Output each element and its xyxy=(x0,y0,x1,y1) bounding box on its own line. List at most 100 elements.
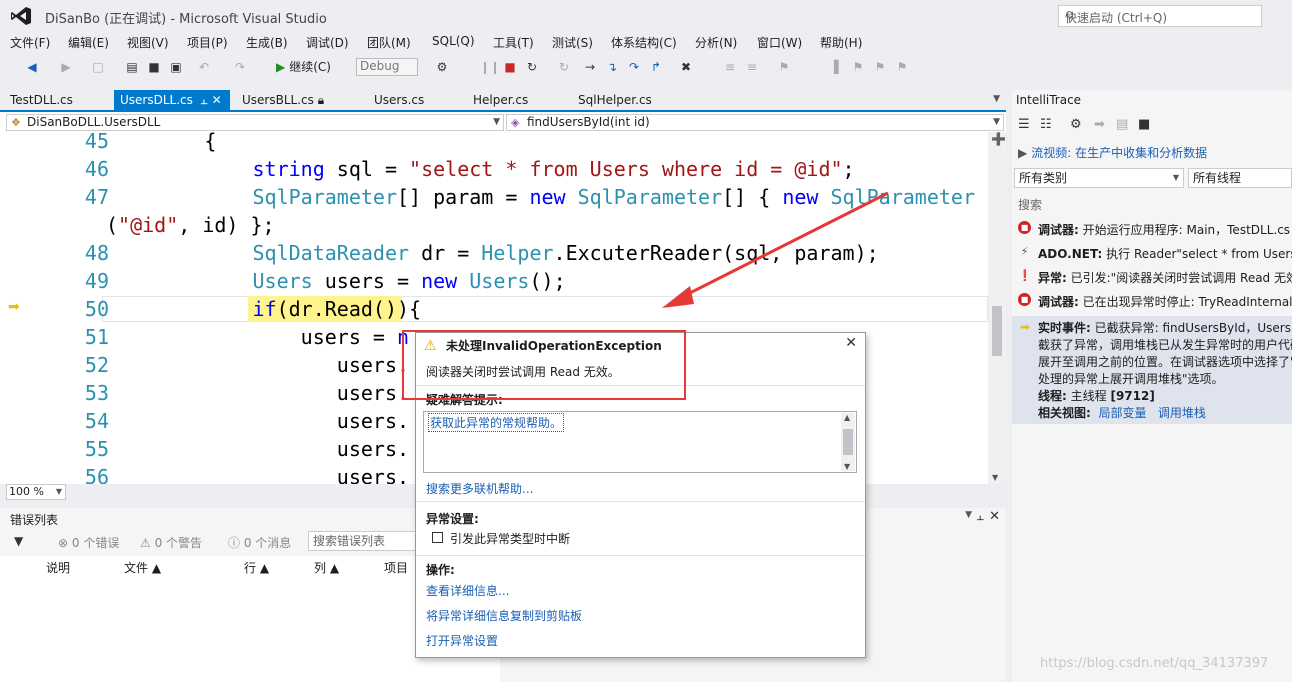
menu-tools[interactable]: 工具(T) xyxy=(493,34,534,51)
open-file-icon[interactable]: ▤ xyxy=(124,59,140,75)
pin-icon[interactable]: ⫠ xyxy=(977,509,984,524)
general-help-link[interactable]: 获取此异常的常规帮助。 xyxy=(428,413,565,432)
zoom-select[interactable]: 100 % ▼ xyxy=(6,484,66,500)
column-column[interactable]: 列 ▲ xyxy=(314,559,339,576)
tab-sqlhelper[interactable]: SqlHelper.cs xyxy=(572,90,658,110)
tab-helper[interactable]: Helper.cs xyxy=(467,90,534,110)
live-event-item[interactable]: ➡ 实时事件: 已截获异常: findUsersById，UsersD 截获了异… xyxy=(1012,316,1292,424)
tab-usersbll[interactable]: UsersBLL.cs 🔒︎ xyxy=(236,90,330,110)
open-log-icon[interactable]: ▤ xyxy=(1116,117,1128,132)
split-icon[interactable]: ➕ xyxy=(991,132,1006,146)
category-select[interactable]: 所有类别 ▼ xyxy=(1014,168,1184,188)
pause-icon[interactable]: ❙❙ xyxy=(480,59,500,75)
menu-edit[interactable]: 编辑(E) xyxy=(68,34,109,51)
event-item[interactable]: ❗ 异常: 已引发:"阅读器关闭时尝试调用 Read 无效 xyxy=(1012,266,1292,288)
menu-analyze[interactable]: 分析(N) xyxy=(695,34,737,51)
chevron-down-icon[interactable]: ▼ xyxy=(965,510,972,520)
menu-architecture[interactable]: 体系结构(C) xyxy=(611,34,677,51)
event-item[interactable]: ■ 调试器: 已在出现异常时停止: TryReadInternal xyxy=(1012,290,1292,312)
method-selector[interactable]: ◈ findUsersById(int id) ▼ xyxy=(506,114,1004,131)
next-bookmark-icon[interactable]: ⚑ xyxy=(872,59,888,75)
close-tab-icon[interactable]: ✕ xyxy=(212,93,222,107)
event-item[interactable]: ⚡ ADO.NET: 执行 Reader"select * from Users… xyxy=(1012,242,1292,264)
forward-icon[interactable]: ▶ xyxy=(58,59,74,75)
redo-icon[interactable]: ↷ xyxy=(232,59,248,75)
scroll-down-icon[interactable]: ▼ xyxy=(992,473,998,482)
callstack-link[interactable]: 调用堆栈 xyxy=(1158,406,1206,420)
tab-users[interactable]: Users.cs xyxy=(368,90,430,110)
bookmark-icon[interactable]: ⚑ xyxy=(776,59,792,75)
search-online-help-link[interactable]: 搜索更多联机帮助... xyxy=(426,480,533,497)
view-detail-link[interactable]: 查看详细信息... xyxy=(426,582,509,599)
show-next-statement-icon[interactable]: → xyxy=(582,59,598,75)
copy-details-link[interactable]: 将异常详细信息复制到剪贴板 xyxy=(426,607,582,624)
tab-testdll[interactable]: TestDLL.cs xyxy=(4,90,79,110)
save-all-icon[interactable]: ▣ xyxy=(168,59,184,75)
scrollbar-thumb[interactable] xyxy=(843,429,853,455)
event-item[interactable]: ■ 调试器: 开始运行应用程序: Main，TestDLL.cs 行 xyxy=(1012,218,1292,240)
undo-icon[interactable]: ↶ xyxy=(196,59,212,75)
gear-icon[interactable]: ⚙ xyxy=(1070,117,1082,132)
errors-filter-button[interactable]: ⊗ 0 个错误 xyxy=(58,534,119,551)
menu-debug[interactable]: 调试(D) xyxy=(306,34,349,51)
break-on-exception-label[interactable]: 引发此异常类型时中断 xyxy=(450,530,570,547)
list-view-icon[interactable]: ☰ xyxy=(1018,117,1030,132)
stop-icon[interactable]: ■ xyxy=(502,59,518,75)
save-icon[interactable]: ■ xyxy=(146,59,162,75)
scroll-down-icon[interactable]: ▼ xyxy=(844,462,850,471)
messages-filter-button[interactable]: ⓘ 0 个消息 xyxy=(228,534,291,551)
step-into-icon[interactable]: ↴ xyxy=(604,59,620,75)
stream-video-link[interactable]: ▶ 流视频: 在生产中收集和分析数据 xyxy=(1018,144,1207,161)
continue-button[interactable]: ▶ 继续(C) xyxy=(276,58,331,76)
menu-file[interactable]: 文件(F) xyxy=(10,34,50,51)
filter-icon[interactable]: ▼ xyxy=(14,534,23,548)
go-icon[interactable]: ➡ xyxy=(1094,117,1105,132)
step-over-icon[interactable]: ↷ xyxy=(626,59,642,75)
thread-select[interactable]: 所有线程 xyxy=(1188,168,1292,188)
close-icon[interactable]: ✕ xyxy=(989,509,1000,524)
tabs-dropdown-icon[interactable]: ▼ xyxy=(993,94,1000,104)
menu-team[interactable]: 团队(M) xyxy=(367,34,411,51)
locals-link[interactable]: 局部变量 xyxy=(1098,406,1146,420)
clear-bookmarks-icon[interactable]: ⚑ xyxy=(894,59,910,75)
warnings-filter-button[interactable]: ⚠ 0 个警告 xyxy=(140,534,202,551)
open-exception-settings-link[interactable]: 打开异常设置 xyxy=(426,632,498,649)
restart-icon[interactable]: ↻ xyxy=(524,59,540,75)
class-selector[interactable]: ❖ DiSanBoDLL.UsersDLL ▼ xyxy=(6,114,504,131)
intellitrace-search-input[interactable]: 搜索 xyxy=(1018,196,1042,213)
break-on-exception-checkbox[interactable] xyxy=(432,532,443,543)
tree-view-icon[interactable]: ☷ xyxy=(1040,117,1052,132)
quick-launch-input[interactable]: 快速启动 (Ctrl+Q) ⚲ xyxy=(1058,5,1262,27)
column-file[interactable]: 文件 ▲ xyxy=(124,559,161,576)
scroll-up-icon[interactable]: ▲ xyxy=(844,413,850,422)
close-icon[interactable]: ✕ xyxy=(845,335,857,351)
menu-sql[interactable]: SQL(Q) xyxy=(432,34,475,48)
menu-project[interactable]: 项目(P) xyxy=(187,34,228,51)
new-project-icon[interactable]: □ xyxy=(90,59,106,75)
scrollbar-thumb[interactable] xyxy=(992,306,1002,356)
menu-test[interactable]: 测试(S) xyxy=(552,34,593,51)
column-line[interactable]: 行 ▲ xyxy=(244,559,269,576)
pin-icon[interactable]: ⫠ xyxy=(201,93,208,107)
step-out-icon[interactable]: ↱ xyxy=(648,59,664,75)
menu-help[interactable]: 帮助(H) xyxy=(820,34,862,51)
comment-icon[interactable]: ≡ xyxy=(722,59,738,75)
save-icon[interactable]: ■ xyxy=(1138,117,1150,132)
tab-usersdll[interactable]: UsersDLL.cs ⫠ ✕ xyxy=(114,90,230,110)
toggle-bookmark-icon[interactable]: ▐ xyxy=(826,59,842,75)
hex-display-icon[interactable]: ✖ xyxy=(678,59,694,75)
attach-icon[interactable]: ⚙ xyxy=(434,59,450,75)
menu-window[interactable]: 窗口(W) xyxy=(757,34,802,51)
menu-view[interactable]: 视图(V) xyxy=(127,34,169,51)
tips-scrollbar[interactable]: ▲ ▼ xyxy=(841,413,855,471)
editor-scrollbar[interactable]: ➕ ▼ xyxy=(988,132,1006,484)
apply-changes-icon[interactable]: ↻ xyxy=(556,59,572,75)
column-description[interactable]: 说明 xyxy=(46,559,70,576)
uncomment-icon[interactable]: ≡ xyxy=(744,59,760,75)
menu-build[interactable]: 生成(B) xyxy=(246,34,288,51)
prev-bookmark-icon[interactable]: ⚑ xyxy=(850,59,866,75)
back-icon[interactable]: ◀ xyxy=(24,59,40,75)
solution-config-select[interactable]: Debug xyxy=(356,58,418,76)
column-project[interactable]: 项目 xyxy=(384,559,408,576)
error-search-input[interactable]: 搜索错误列表 xyxy=(308,531,418,551)
